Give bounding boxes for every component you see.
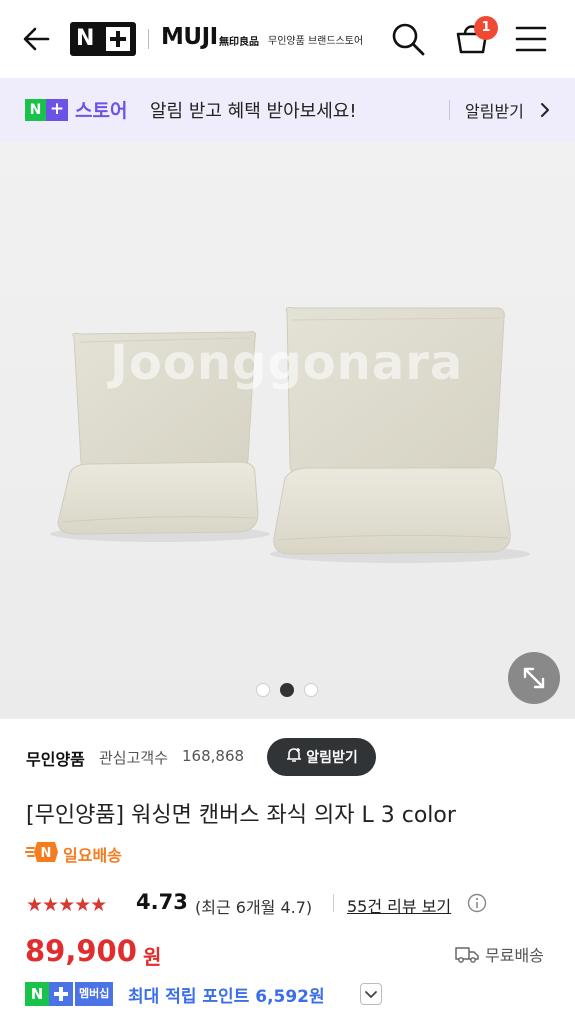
promo-store-label: 스토어 [75, 100, 128, 122]
promo-divider [449, 100, 450, 120]
fans-count-value: 168,868 [182, 747, 245, 765]
plus-icon [106, 27, 130, 51]
gallery-dot-2[interactable] [280, 683, 294, 697]
naver-plus-store-logo: N + [25, 99, 68, 121]
store-name[interactable]: 무인양품 [26, 746, 85, 770]
watermark-text: Joonggonara [110, 335, 464, 391]
product-price: 89,900 [25, 934, 137, 968]
recent-rating: (최근 6개월 4.7) [195, 898, 313, 917]
naver-plus-logo[interactable]: N [70, 22, 136, 56]
cart-count-badge: 1 [474, 16, 498, 40]
max-points-text[interactable]: 최대 적립 포인트 6,592원 [128, 982, 325, 1007]
plus-icon [49, 982, 73, 1006]
shipping-label: 무료배송 [485, 946, 544, 965]
naver-n-mark: N [25, 99, 46, 121]
brand-store-label[interactable]: 무인양품 브랜드스토어 [268, 32, 363, 47]
gallery-pagination [256, 683, 320, 697]
brand-logo-text[interactable]: MUJI [161, 24, 218, 50]
price-currency: 원 [143, 945, 162, 969]
rating-value: 4.73 [136, 890, 188, 914]
back-arrow-icon[interactable] [20, 22, 54, 56]
brand-logo-subtext: 無印良品 [219, 37, 259, 48]
product-title: [무인양품] 워싱면 캔버스 좌식 의자 L 3 color [26, 803, 456, 828]
store-alarm-label: 알림받기 [306, 750, 358, 766]
promo-subscribe-link[interactable]: 알림받기 [465, 98, 524, 122]
rating-stars: ★★★★★ [26, 894, 107, 916]
plus-mark: + [46, 99, 68, 121]
delivery-truck-icon [455, 944, 479, 964]
chevron-down-icon[interactable] [360, 983, 382, 1005]
store-alarm-button[interactable]: 알림받기 [267, 738, 376, 776]
delivery-badge-label: 일요배송 [63, 846, 122, 865]
gallery-dot-1[interactable] [256, 683, 270, 697]
review-link[interactable]: 55건 리뷰 보기 [347, 893, 451, 917]
chevron-right-icon[interactable] [539, 102, 551, 118]
membership-badge: N 멤버십 [25, 982, 114, 1006]
promo-message: 알림 받고 혜택 받아보세요! [150, 101, 357, 122]
fans-count-label: 관심고객수 [99, 749, 169, 767]
membership-badge-label: 멤버십 [75, 982, 114, 1006]
bell-plus-icon [285, 746, 303, 768]
naver-delivery-icon: N [24, 840, 59, 868]
svg-text:N: N [41, 846, 52, 861]
logo-divider [148, 29, 149, 49]
floor-chair-photo [0, 142, 575, 719]
naver-n-mark: N [25, 982, 49, 1006]
search-icon[interactable] [390, 21, 426, 57]
naver-n-letter: N [76, 26, 95, 51]
review-divider [333, 894, 334, 912]
product-image-gallery[interactable] [0, 142, 575, 719]
gallery-dot-3[interactable] [304, 683, 318, 697]
expand-icon[interactable] [508, 652, 560, 704]
delivery-badge: N 일요배송 [24, 840, 122, 868]
info-icon[interactable] [467, 893, 487, 913]
menu-icon[interactable] [514, 24, 548, 54]
